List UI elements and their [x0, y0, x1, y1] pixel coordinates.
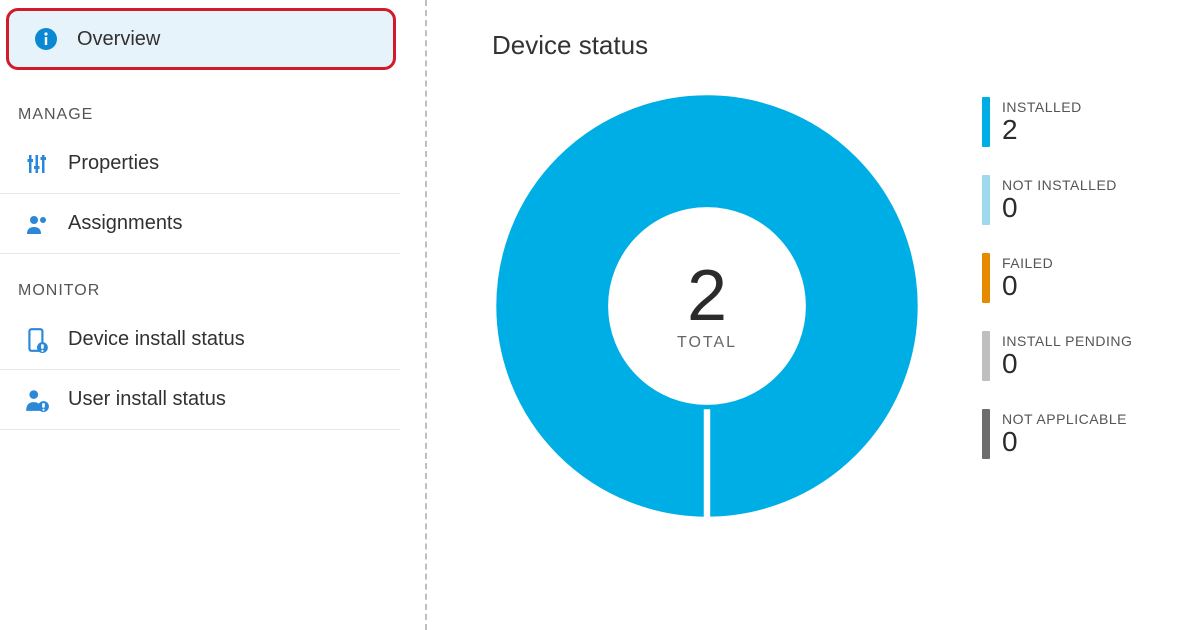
sidebar-item-label: User install status [68, 388, 226, 411]
legend-item-install-pending: INSTALL PENDING 0 [982, 331, 1132, 381]
legend-label: FAILED [1002, 255, 1053, 271]
legend-value: 0 [1002, 271, 1053, 300]
user-assign-icon [24, 211, 50, 237]
legend-color-swatch [982, 409, 990, 459]
panel-title: Device status [492, 30, 1190, 61]
sidebar-section-monitor: MONITOR [0, 254, 400, 310]
legend-item-installed: INSTALLED 2 [982, 97, 1132, 147]
legend-item-not-applicable: NOT APPLICABLE 0 [982, 409, 1132, 459]
info-icon [33, 26, 59, 52]
legend-item-failed: FAILED 0 [982, 253, 1132, 303]
sidebar-item-label: Overview [77, 28, 160, 51]
sidebar: Overview MANAGE Properties [0, 0, 400, 630]
legend-label: NOT APPLICABLE [1002, 411, 1127, 427]
user-status-icon [24, 387, 50, 413]
legend-value: 0 [1002, 193, 1117, 222]
legend-value: 2 [1002, 115, 1082, 144]
legend-value: 0 [1002, 427, 1127, 456]
pane-divider [400, 0, 452, 630]
sidebar-section-manage: MANAGE [0, 78, 400, 134]
legend-color-swatch [982, 175, 990, 225]
main-panel: Device status 2 TOTAL INSTALLED 2 [452, 0, 1200, 630]
legend-value: 0 [1002, 349, 1132, 378]
sidebar-item-assignments[interactable]: Assignments [0, 194, 400, 254]
donut-total-value: 2 [677, 260, 737, 332]
legend-color-swatch [982, 253, 990, 303]
sidebar-item-label: Properties [68, 152, 159, 175]
legend-color-swatch [982, 97, 990, 147]
legend-color-swatch [982, 331, 990, 381]
chart-legend: INSTALLED 2 NOT INSTALLED 0 FAILED 0 [982, 97, 1132, 459]
sidebar-item-label: Device install status [68, 328, 245, 351]
legend-label: NOT INSTALLED [1002, 177, 1117, 193]
sidebar-item-properties[interactable]: Properties [0, 134, 400, 194]
legend-label: INSTALL PENDING [1002, 333, 1132, 349]
sidebar-item-overview[interactable]: Overview [6, 8, 396, 70]
sidebar-item-user-install-status[interactable]: User install status [0, 370, 400, 430]
sidebar-item-device-install-status[interactable]: Device install status [0, 310, 400, 370]
device-status-icon [24, 327, 50, 353]
sliders-icon [24, 151, 50, 177]
legend-item-not-installed: NOT INSTALLED 0 [982, 175, 1132, 225]
legend-label: INSTALLED [1002, 99, 1082, 115]
donut-chart: 2 TOTAL [492, 91, 922, 521]
sidebar-item-label: Assignments [68, 212, 183, 235]
donut-total-label: TOTAL [677, 334, 737, 352]
